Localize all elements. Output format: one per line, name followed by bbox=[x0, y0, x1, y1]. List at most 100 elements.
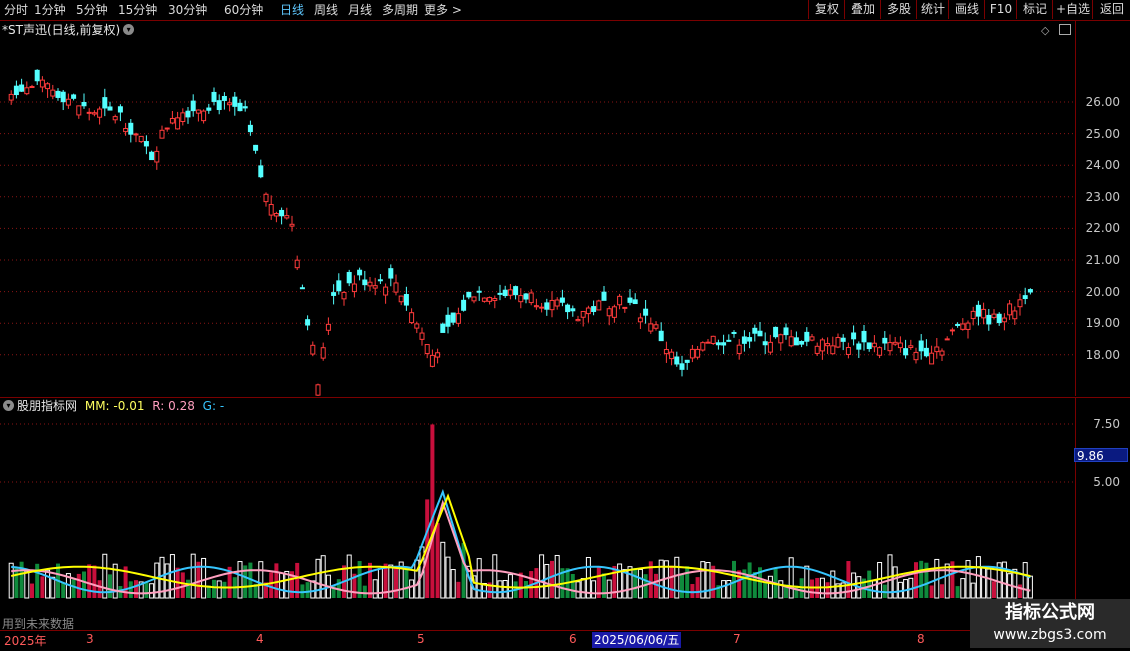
diamond-icon[interactable]: ◇ bbox=[1041, 24, 1049, 37]
volume-bar bbox=[767, 575, 773, 599]
volume-bar bbox=[274, 563, 279, 598]
candle-body bbox=[466, 291, 472, 298]
volume-bar bbox=[497, 580, 503, 599]
candle-body bbox=[65, 98, 71, 106]
period-toolbar: 分时 1分钟 5分钟 15分钟 30分钟 60分钟 日线 周线 月线 多周期 更… bbox=[0, 0, 1130, 21]
period-4[interactable]: 15分钟 bbox=[118, 2, 157, 18]
right-btn-6[interactable]: F10 bbox=[984, 0, 1017, 19]
period-6[interactable]: 60分钟 bbox=[224, 2, 263, 18]
candlestick-canvas[interactable] bbox=[0, 21, 1075, 396]
candle-body bbox=[882, 337, 888, 344]
period-9[interactable]: 月线 bbox=[348, 2, 372, 18]
candle-body bbox=[986, 314, 992, 325]
candle-body bbox=[944, 338, 950, 341]
candle-body bbox=[128, 122, 134, 135]
candle-body bbox=[892, 341, 898, 345]
candle-body bbox=[143, 141, 149, 147]
volume-bar bbox=[914, 562, 918, 598]
volume-bar bbox=[388, 564, 394, 599]
candle-body bbox=[949, 329, 955, 332]
candle-body bbox=[497, 292, 503, 295]
candle-body bbox=[617, 295, 623, 306]
candle-body bbox=[357, 269, 363, 276]
volume-bar bbox=[144, 582, 149, 598]
volume-bar bbox=[992, 581, 996, 598]
period-1[interactable]: 分时 bbox=[4, 2, 28, 18]
candle-body bbox=[492, 298, 498, 301]
candle-body bbox=[591, 306, 597, 312]
candle-body bbox=[726, 339, 732, 342]
candle-body bbox=[81, 101, 87, 107]
candle-body bbox=[331, 292, 337, 296]
right-btn-8[interactable]: +自选 bbox=[1052, 0, 1093, 19]
period-5[interactable]: 30分钟 bbox=[168, 2, 207, 18]
candle-body bbox=[175, 117, 181, 130]
candle-body bbox=[341, 291, 347, 300]
candle-body bbox=[60, 91, 66, 103]
watermark-title: 指标公式网 bbox=[1005, 602, 1095, 623]
candle-body bbox=[55, 90, 61, 98]
candle-body bbox=[773, 326, 779, 338]
candlestick-panel[interactable]: *ST声迅(日线,前复权) ▾ ◇ bbox=[0, 21, 1076, 396]
mm-value: MM: -0.01 bbox=[84, 399, 145, 413]
candle-body bbox=[445, 314, 451, 327]
period-3[interactable]: 5分钟 bbox=[76, 2, 108, 18]
candle-body bbox=[138, 135, 144, 143]
right-btn-7[interactable]: 标记 bbox=[1016, 0, 1053, 19]
volume-bar bbox=[680, 574, 684, 598]
candle-body bbox=[424, 344, 430, 355]
indicator-panel[interactable]: ▾ 股朋指标网 MM: -0.01 R: 0.28 G: - bbox=[0, 397, 1076, 630]
candle-body bbox=[528, 292, 534, 304]
volume-bar bbox=[24, 570, 30, 599]
candle-body bbox=[825, 343, 831, 347]
candle-body bbox=[804, 331, 810, 342]
title-menu-icon[interactable]: ▾ bbox=[123, 24, 135, 35]
candle-body bbox=[86, 111, 92, 114]
candle-body bbox=[164, 127, 170, 130]
candle-body bbox=[575, 319, 581, 322]
candle-body bbox=[315, 384, 321, 396]
right-btn-1[interactable]: 复权 bbox=[808, 0, 845, 19]
candle-body bbox=[975, 304, 981, 317]
volume-bar bbox=[320, 555, 326, 599]
volume-bar bbox=[705, 562, 711, 599]
right-btn-2[interactable]: 叠加 bbox=[844, 0, 881, 19]
candle-body bbox=[799, 341, 805, 345]
indicator-canvas[interactable] bbox=[0, 398, 1075, 630]
volume-bar bbox=[544, 563, 550, 599]
candle-body bbox=[918, 340, 924, 352]
period-11[interactable]: 更多 > bbox=[424, 2, 462, 18]
volume-bar bbox=[1018, 584, 1022, 598]
volume-bar bbox=[970, 582, 976, 599]
right-btn-9[interactable]: 返回 bbox=[1092, 0, 1130, 19]
candle-body bbox=[653, 324, 659, 329]
candle-body bbox=[611, 306, 617, 318]
date-label: 8 bbox=[917, 632, 925, 646]
candle-body bbox=[955, 323, 961, 326]
volume-bar bbox=[550, 560, 554, 598]
date-label: 2025年 bbox=[4, 634, 47, 648]
candle-body bbox=[294, 259, 300, 269]
right-btn-4[interactable]: 统计 bbox=[916, 0, 949, 19]
stock-title: *ST声迅(日线,前复权) bbox=[2, 23, 121, 37]
candle-body bbox=[788, 336, 794, 347]
right-btn-3[interactable]: 多股 bbox=[880, 0, 917, 19]
candle-body bbox=[310, 344, 316, 355]
period-10[interactable]: 多周期 bbox=[382, 2, 418, 18]
period-7[interactable]: 日线 bbox=[280, 2, 304, 18]
volume-bar bbox=[305, 582, 310, 598]
candle-body bbox=[913, 351, 919, 361]
volume-bar bbox=[76, 573, 81, 598]
candle-body bbox=[190, 100, 196, 112]
period-8[interactable]: 周线 bbox=[314, 2, 338, 18]
candle-body bbox=[403, 294, 409, 306]
candle-body bbox=[414, 323, 420, 329]
period-2[interactable]: 1分钟 bbox=[34, 2, 66, 18]
candle-body bbox=[372, 285, 378, 289]
right-btn-5[interactable]: 画线 bbox=[948, 0, 985, 19]
volume-bar bbox=[591, 580, 597, 599]
volume-bar bbox=[524, 581, 528, 598]
indicator-menu-icon[interactable]: ▾ bbox=[3, 400, 14, 411]
panel-toggle-icon[interactable] bbox=[1059, 24, 1071, 35]
volume-bar bbox=[737, 570, 742, 598]
